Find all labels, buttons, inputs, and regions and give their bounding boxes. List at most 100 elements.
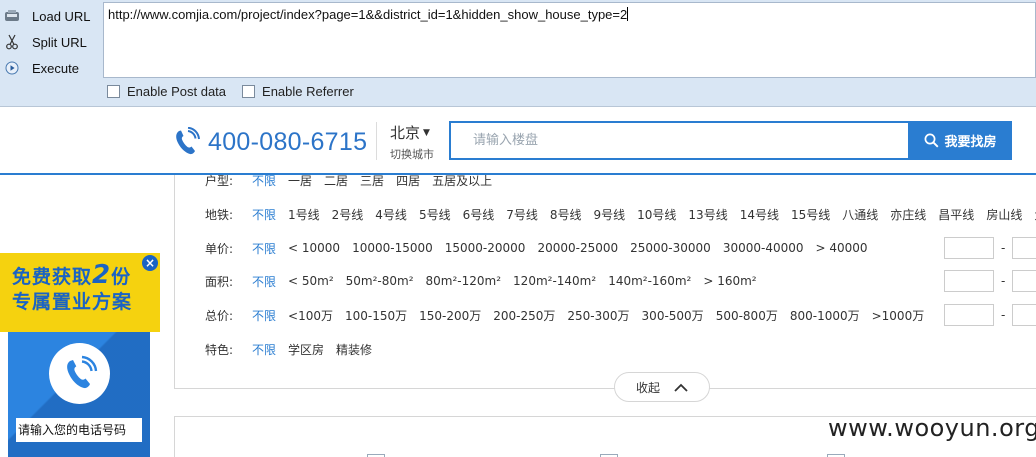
filter-option[interactable]: 120m²-140m²: [513, 274, 596, 288]
range-max-input[interactable]: [1012, 237, 1036, 259]
filter-option[interactable]: 80m²-120m²: [426, 274, 502, 288]
search-input[interactable]: [451, 123, 908, 158]
filter-row: 地铁: 不限 1号线 2号线 4号线 5号线 6号线 7号线 8号线 9号线 10号线 13号线 14号…: [175, 204, 1036, 224]
filter-option[interactable]: < 10000: [288, 241, 340, 255]
consultation-promo: 免费获取2份 专属置业方案 ×: [0, 253, 160, 457]
range-min-input[interactable]: [944, 304, 994, 326]
filter-option[interactable]: 13号线: [688, 206, 727, 223]
filter-option[interactable]: >1000万: [872, 307, 925, 324]
range-separator: -: [1001, 241, 1006, 255]
range-separator: -: [1001, 274, 1006, 288]
filter-option[interactable]: 7号线: [506, 206, 538, 223]
filter-options: 不限 学区房 精装修: [252, 341, 384, 358]
range-min-input[interactable]: [944, 270, 994, 292]
filter-option[interactable]: 8号线: [550, 206, 582, 223]
filter-option[interactable]: 4号线: [375, 206, 407, 223]
filter-option-unlimited[interactable]: 不限: [252, 206, 276, 223]
promo-line1-pre: 免费获取: [12, 266, 93, 288]
range-max-input[interactable]: [1012, 304, 1036, 326]
search-button[interactable]: 我要找房: [909, 121, 1012, 160]
filter-row: 总价: 不限 <100万 100-150万 150-200万 200-250万 250-30…: [175, 304, 1036, 326]
enable-post-data-label: Enable Post data: [127, 84, 227, 99]
filter-option[interactable]: 学区房: [288, 341, 324, 358]
promo-edge: [0, 332, 8, 457]
filter-option[interactable]: 50m²-80m²: [346, 274, 414, 288]
filter-option[interactable]: 1号线: [288, 206, 320, 223]
filter-option[interactable]: 5号线: [419, 206, 451, 223]
enable-referrer-label: Enable Referrer: [262, 84, 354, 99]
filter-option[interactable]: 昌平线: [938, 206, 974, 223]
filter-option[interactable]: 150-200万: [419, 307, 481, 324]
filter-option[interactable]: 八通线: [842, 206, 878, 223]
filter-options: 不限 1号线 2号线 4号线 5号线 6号线 7号线 8号线 9号线 10号线 13号线 14号线 15…: [252, 206, 1036, 223]
scissors-icon: [4, 34, 20, 50]
range-separator: -: [1001, 308, 1006, 322]
filter-label: 特色:: [205, 342, 234, 357]
filter-option[interactable]: 10号线: [637, 206, 676, 223]
filter-option[interactable]: 20000-25000: [537, 241, 618, 255]
custom-range: -: [944, 304, 1036, 326]
promo-title: 免费获取2份 专属置业方案: [12, 262, 132, 315]
enable-referrer-option[interactable]: Enable Referrer: [242, 84, 354, 99]
filter-option[interactable]: 2号线: [332, 206, 364, 223]
filter-row: 特色: 不限 学区房 精装修: [175, 339, 1036, 359]
search-icon: [925, 133, 939, 148]
filter-option-unlimited[interactable]: 不限: [252, 273, 276, 290]
filter-option[interactable]: > 160m²: [703, 274, 756, 288]
filter-option[interactable]: 25000-30000: [630, 241, 711, 255]
filter-option[interactable]: 15号线: [791, 206, 830, 223]
filter-option-unlimited[interactable]: 不限: [252, 307, 276, 324]
filter-panel: 户型: 不限 一居 二居 三居 四居 五居及以上 地铁: 不限 1号线 2号线 4号线 5号线 6号线 7号…: [174, 168, 1036, 402]
filter-option[interactable]: 精装修: [336, 341, 372, 358]
filter-option[interactable]: 500-800万: [716, 307, 778, 324]
filter-option[interactable]: 250-300万: [567, 307, 629, 324]
watermark: www.wooyun.org: [828, 414, 1036, 442]
filter-option[interactable]: 100-150万: [345, 307, 407, 324]
search-button-label: 我要找房: [944, 135, 997, 150]
close-icon[interactable]: ×: [142, 255, 158, 271]
caret-down-icon: ▼: [423, 127, 430, 138]
city-selector[interactable]: 北京 ▼ 切换城市: [390, 122, 434, 162]
play-icon: [4, 60, 20, 76]
filter-option-unlimited[interactable]: 不限: [252, 341, 276, 358]
filter-option[interactable]: > 40000: [816, 241, 868, 255]
filter-option[interactable]: 15000-20000: [445, 241, 526, 255]
filter-option[interactable]: 800-1000万: [790, 307, 860, 324]
execute-button[interactable]: Execute: [0, 57, 100, 79]
custom-range: -: [944, 237, 1036, 259]
enable-post-data-checkbox[interactable]: [107, 85, 120, 98]
hotline-number: 400-080-6715: [208, 127, 368, 156]
filter-option-unlimited[interactable]: 不限: [252, 240, 276, 257]
load-url-button[interactable]: Load URL: [0, 5, 100, 27]
split-url-button[interactable]: Split URL: [0, 31, 100, 53]
city-name: 北京: [390, 124, 421, 142]
range-min-input[interactable]: [944, 237, 994, 259]
enable-referrer-checkbox[interactable]: [242, 85, 256, 98]
filter-option[interactable]: 9号线: [594, 206, 626, 223]
filter-option[interactable]: 10000-15000: [352, 241, 433, 255]
header-underline: [0, 173, 1036, 175]
filter-options: 不限 < 50m² 50m²-80m² 80m²-120m² 120m²-140m² 14…: [252, 273, 769, 290]
divider: [376, 122, 377, 160]
telephone-icon: [176, 127, 200, 155]
search-box: [449, 121, 910, 160]
filter-option[interactable]: 30000-40000: [723, 241, 804, 255]
filter-option[interactable]: 300-500万: [642, 307, 704, 324]
url-text: http://www.comjia.com/project/index?page…: [108, 7, 628, 22]
filter-option[interactable]: 6号线: [463, 206, 495, 223]
execute-label: Execute: [32, 60, 79, 76]
url-textarea[interactable]: http://www.comjia.com/project/index?page…: [103, 2, 1036, 78]
filter-option[interactable]: 亦庄线: [890, 206, 926, 223]
filter-option[interactable]: < 50m²: [288, 274, 334, 288]
filter-option[interactable]: 200-250万: [493, 307, 555, 324]
phone-number-input[interactable]: [16, 418, 142, 442]
enable-post-data-option[interactable]: Enable Post data: [107, 84, 226, 99]
filter-option[interactable]: <100万: [288, 307, 333, 324]
filter-option[interactable]: 房山线: [986, 206, 1022, 223]
range-max-input[interactable]: [1012, 270, 1036, 292]
promo-line1-post: 份: [111, 266, 132, 288]
collapse-button[interactable]: 收起: [614, 372, 710, 402]
filter-label: 地铁:: [205, 207, 234, 222]
filter-option[interactable]: 140m²-160m²: [608, 274, 691, 288]
filter-option[interactable]: 14号线: [740, 206, 779, 223]
